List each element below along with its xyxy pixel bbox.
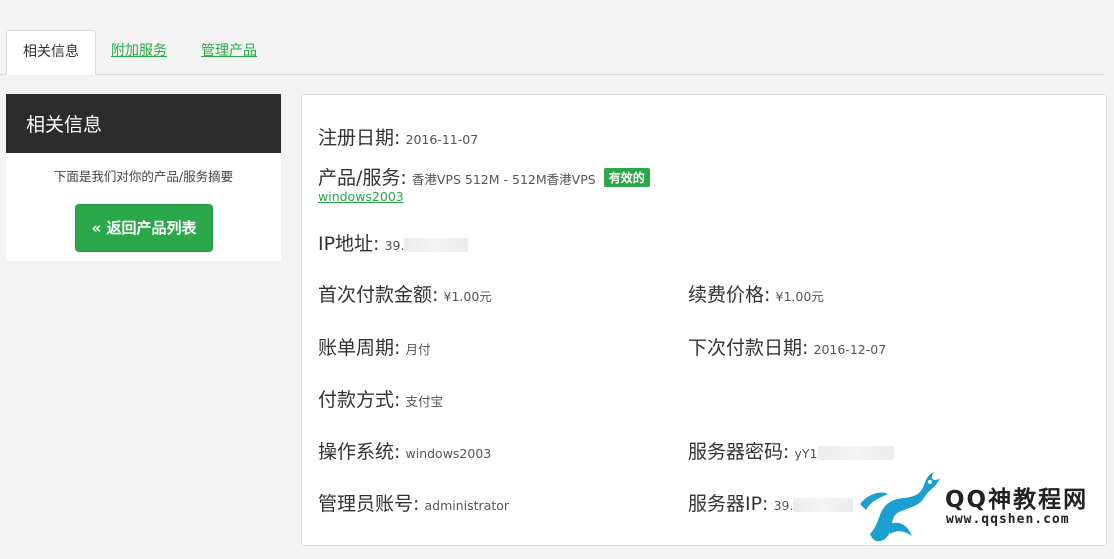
ip-row: IP地址: 39. [318,229,469,256]
reg-date-row: 注册日期: 2016-11-07 [318,123,478,150]
tab-addon-services[interactable]: 附加服务 [111,30,167,73]
sidebar-description: 下面是我们对你的产品/服务摘要 [53,169,234,184]
server-password-value: yY1 [794,446,818,461]
payment-method-row: 付款方式: 支付宝 [318,385,443,412]
ip-value: 39. [384,238,405,253]
billing-cycle-label: 账单周期: [318,337,401,359]
site-watermark: QQ神教程网 www.qqshen.com [850,462,1110,552]
billing-cycle-value: 月付 [405,342,431,357]
admin-account-value: administrator [424,498,510,513]
sidebar-title: 相关信息 [6,94,281,153]
next-due-value: 2016-12-07 [813,342,887,357]
dragon-logo-icon [860,472,940,542]
server-password-label: 服务器密码: [688,441,790,463]
server-ip-redacted [793,498,854,512]
os-value: windows2003 [405,446,492,461]
product-label: 产品/服务: [318,167,407,189]
ip-label: IP地址: [318,233,380,255]
billing-cycle-row: 账单周期: 月付 [318,333,431,360]
reg-date-value: 2016-11-07 [405,132,479,147]
payment-method-value: 支付宝 [405,394,444,409]
server-ip-row: 服务器IP: 39. [688,489,854,516]
back-to-product-list-button[interactable]: « 返回产品列表 [75,204,213,252]
watermark-url: www.qqshen.com [946,512,1070,527]
next-due-label: 下次付款日期: [688,337,809,359]
first-payment-value: ¥1.00元 [443,289,492,304]
os-label: 操作系统: [318,441,401,463]
server-ip-value: 39. [773,498,794,513]
renew-price-row: 续费价格: ¥1.00元 [688,280,824,307]
tab-related-info[interactable]: 相关信息 [6,30,96,75]
sidebar-panel: 相关信息 下面是我们对你的产品/服务摘要 « 返回产品列表 [6,94,281,261]
status-badge: 有效的 [603,168,650,187]
next-due-row: 下次付款日期: 2016-12-07 [688,333,886,360]
hostname-link[interactable]: windows2003 [318,189,404,204]
first-payment-row: 首次付款金额: ¥1.00元 [318,280,492,307]
tab-bar: 相关信息 附加服务 管理产品 [0,0,1105,75]
product-row: 产品/服务: 香港VPS 512M - 512M香港VPS 有效的 [318,163,650,190]
first-payment-label: 首次付款金额: [318,284,439,306]
product-value: 香港VPS 512M - 512M香港VPS [411,172,596,187]
tab-manage-product[interactable]: 管理产品 [201,30,257,73]
os-row: 操作系统: windows2003 [318,437,491,464]
payment-method-label: 付款方式: [318,389,401,411]
renew-price-label: 续费价格: [688,284,771,306]
admin-account-row: 管理员账号: administrator [318,489,509,516]
renew-price-value: ¥1.00元 [775,289,824,304]
admin-account-label: 管理员账号: [318,493,420,515]
reg-date-label: 注册日期: [318,127,401,149]
watermark-title: QQ神教程网 [945,487,1089,513]
ip-redacted [404,238,469,252]
server-password-row: 服务器密码: yY1 [688,437,894,464]
server-ip-label: 服务器IP: [688,493,769,515]
password-redacted [817,446,894,460]
